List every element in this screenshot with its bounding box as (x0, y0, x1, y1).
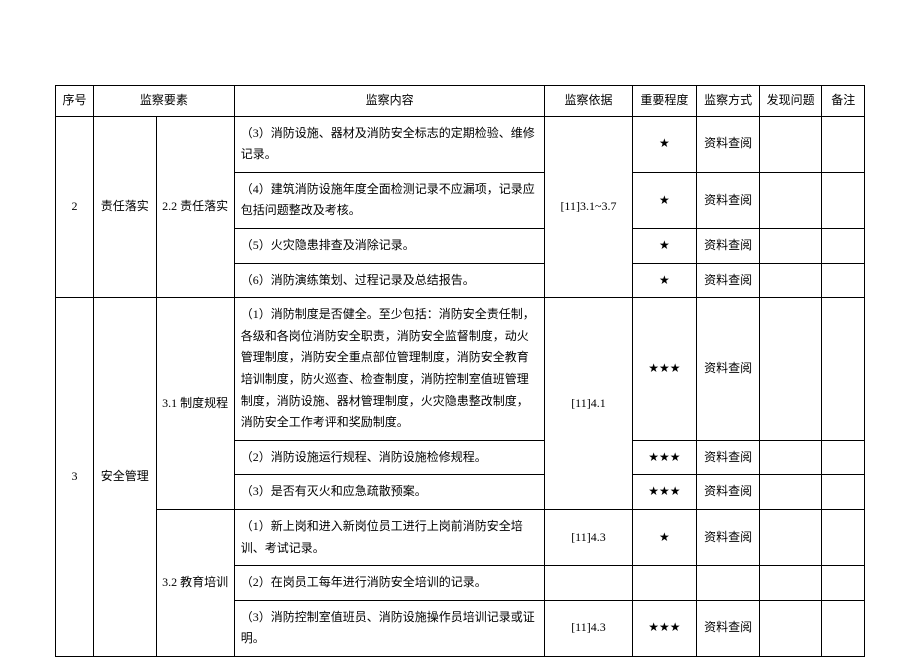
element1-cell: 责任落实 (93, 116, 156, 298)
element2-cell: 2.2 责任落实 (156, 116, 234, 298)
content-cell: （1）消防制度是否健全。至少包括：消防安全责任制，各级和各岗位消防安全职责，消防… (234, 298, 545, 441)
seq-cell: 2 (56, 116, 94, 298)
method-cell: 资料查阅 (697, 172, 760, 228)
content-cell: （2）在岗员工每年进行消防安全培训的记录。 (234, 566, 545, 601)
header-seq: 序号 (56, 86, 94, 117)
importance-cell: ★ (632, 228, 697, 263)
content-cell: （3）消防设施、器材及消防安全标志的定期检验、维修记录。 (234, 116, 545, 172)
note-cell (822, 440, 865, 475)
table-row: 2 责任落实 2.2 责任落实 （3）消防设施、器材及消防安全标志的定期检验、维… (56, 116, 865, 172)
inspection-table: 序号 监察要素 监察内容 监察依据 重要程度 监察方式 发现问题 备注 2 责任… (55, 85, 865, 657)
importance-cell: ★★★ (632, 298, 697, 441)
header-issue: 发现问题 (759, 86, 822, 117)
importance-cell (632, 566, 697, 601)
element2-cell: 3.2 教育培训 (156, 509, 234, 656)
method-cell: 资料查阅 (697, 440, 760, 475)
header-note: 备注 (822, 86, 865, 117)
importance-cell: ★★★ (632, 600, 697, 656)
note-cell (822, 600, 865, 656)
issue-cell (759, 172, 822, 228)
issue-cell (759, 116, 822, 172)
header-row: 序号 监察要素 监察内容 监察依据 重要程度 监察方式 发现问题 备注 (56, 86, 865, 117)
issue-cell (759, 566, 822, 601)
method-cell: 资料查阅 (697, 116, 760, 172)
header-importance: 重要程度 (632, 86, 697, 117)
header-content: 监察内容 (234, 86, 545, 117)
importance-cell: ★★★ (632, 440, 697, 475)
issue-cell (759, 509, 822, 565)
content-cell: （2）消防设施运行规程、消防设施检修规程。 (234, 440, 545, 475)
note-cell (822, 228, 865, 263)
issue-cell (759, 440, 822, 475)
basis-cell (545, 566, 632, 601)
importance-cell: ★ (632, 172, 697, 228)
table-row: 3 安全管理 3.1 制度规程 （1）消防制度是否健全。至少包括：消防安全责任制… (56, 298, 865, 441)
header-method: 监察方式 (697, 86, 760, 117)
importance-cell: ★ (632, 509, 697, 565)
basis-cell: [11]3.1~3.7 (545, 116, 632, 298)
issue-cell (759, 600, 822, 656)
header-element: 监察要素 (93, 86, 234, 117)
basis-cell: [11]4.1 (545, 298, 632, 510)
method-cell: 资料查阅 (697, 228, 760, 263)
importance-cell: ★ (632, 116, 697, 172)
content-cell: （4）建筑消防设施年度全面检测记录不应漏项，记录应包括问题整改及考核。 (234, 172, 545, 228)
method-cell (697, 566, 760, 601)
method-cell: 资料查阅 (697, 600, 760, 656)
basis-cell: [11]4.3 (545, 509, 632, 565)
issue-cell (759, 228, 822, 263)
note-cell (822, 263, 865, 298)
content-cell: （3）是否有灭火和应急疏散预案。 (234, 475, 545, 510)
content-cell: （5）火灾隐患排查及消除记录。 (234, 228, 545, 263)
content-cell: （6）消防演练策划、过程记录及总结报告。 (234, 263, 545, 298)
element2-cell: 3.1 制度规程 (156, 298, 234, 510)
note-cell (822, 566, 865, 601)
note-cell (822, 509, 865, 565)
importance-cell: ★ (632, 263, 697, 298)
table-row: 3.2 教育培训 （1）新上岗和进入新岗位员工进行上岗前消防安全培训、考试记录。… (56, 509, 865, 565)
method-cell: 资料查阅 (697, 475, 760, 510)
note-cell (822, 298, 865, 441)
note-cell (822, 116, 865, 172)
header-basis: 监察依据 (545, 86, 632, 117)
issue-cell (759, 263, 822, 298)
method-cell: 资料查阅 (697, 263, 760, 298)
content-cell: （3）消防控制室值班员、消防设施操作员培训记录或证明。 (234, 600, 545, 656)
element1-cell: 安全管理 (93, 298, 156, 657)
seq-cell: 3 (56, 298, 94, 657)
issue-cell (759, 475, 822, 510)
content-cell: （1）新上岗和进入新岗位员工进行上岗前消防安全培训、考试记录。 (234, 509, 545, 565)
note-cell (822, 475, 865, 510)
note-cell (822, 172, 865, 228)
method-cell: 资料查阅 (697, 298, 760, 441)
method-cell: 资料查阅 (697, 509, 760, 565)
importance-cell: ★★★ (632, 475, 697, 510)
basis-cell: [11]4.3 (545, 600, 632, 656)
issue-cell (759, 298, 822, 441)
